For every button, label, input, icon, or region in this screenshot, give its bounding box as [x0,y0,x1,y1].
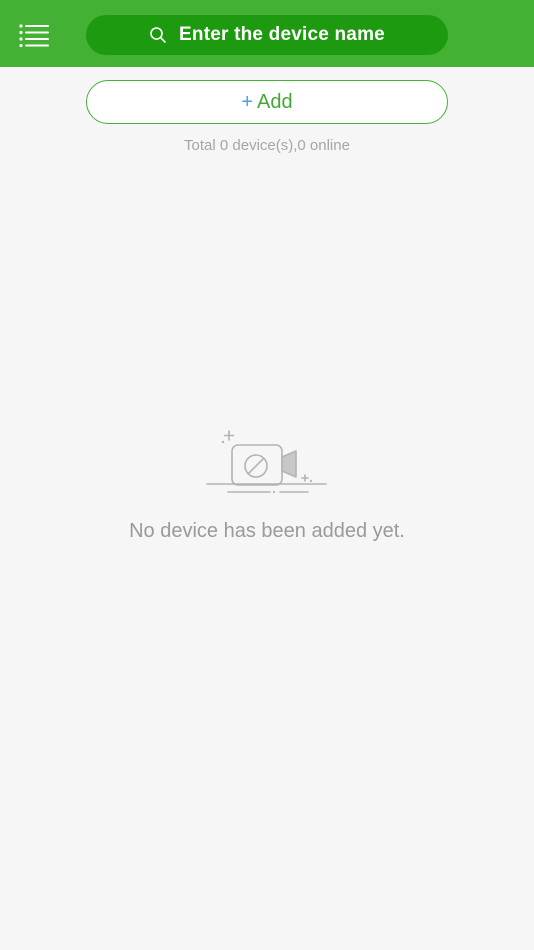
search-placeholder: Enter the device name [179,24,385,45]
camera-disabled-icon [204,426,330,496]
hamburger-menu-icon [19,24,49,48]
device-search-input[interactable]: Enter the device name [86,15,448,55]
menu-button[interactable] [14,17,54,53]
search-icon [149,26,167,44]
device-summary: Total 0 device(s),0 online [184,137,350,154]
plus-icon: + [241,90,254,113]
add-device-button[interactable]: + Add [86,80,448,124]
add-device-label: Add [257,90,293,113]
top-bar: Enter the device name [0,0,534,67]
empty-state-message: No device has been added yet. [129,520,405,542]
